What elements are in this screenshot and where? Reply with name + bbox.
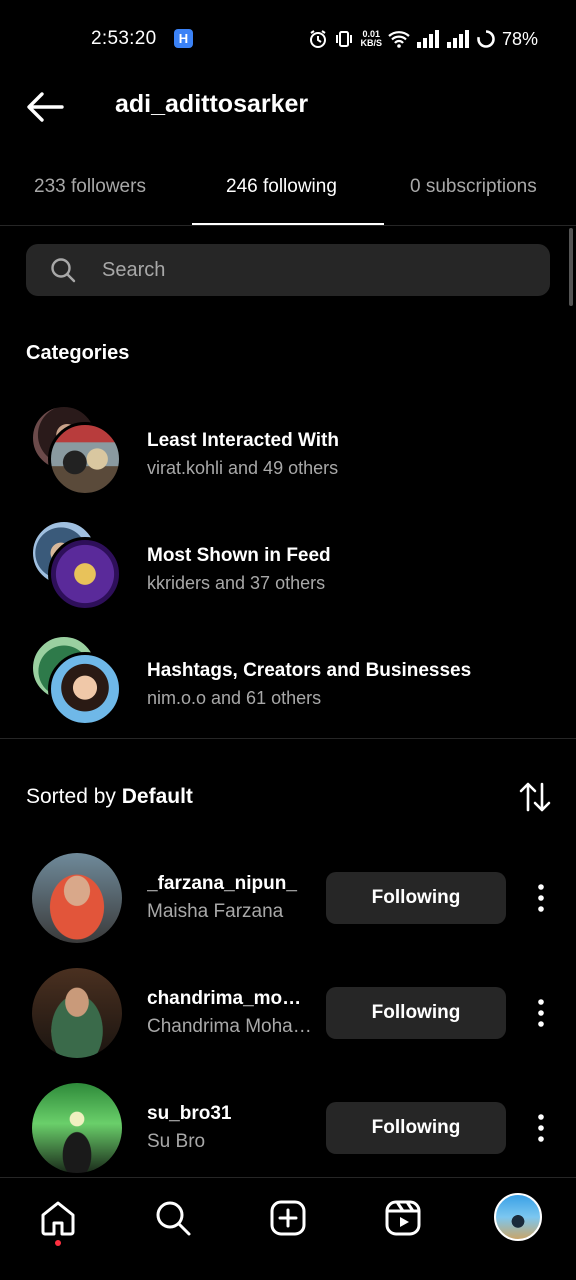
username[interactable]: _farzana_nipun_ [147, 873, 312, 895]
category-title: Most Shown in Feed [147, 545, 331, 566]
more-vertical-icon [538, 884, 544, 912]
status-time: 2:53:20 [91, 28, 157, 49]
avatar[interactable] [32, 853, 122, 943]
list-item[interactable]: _farzana_nipun_ Maisha Farzana Following [0, 853, 576, 953]
more-options-button[interactable] [528, 883, 554, 913]
full-name: Su Bro [147, 1131, 206, 1152]
status-icons: 0.01 KB/S 78% [308, 27, 538, 51]
tab-bar: 233 followers 246 following 0 subscripti… [0, 154, 576, 226]
following-button[interactable]: Following [326, 1102, 506, 1154]
battery-ring-icon [477, 30, 495, 48]
header: adi_adittosarker [0, 78, 576, 134]
avatar [48, 537, 122, 611]
more-options-button[interactable] [528, 1113, 554, 1143]
divider [0, 738, 576, 739]
sort-value: Default [121, 785, 193, 808]
category-title: Hashtags, Creators and Businesses [147, 660, 472, 681]
category-subtitle: kkriders and 37 others [147, 573, 326, 593]
more-options-button[interactable] [528, 998, 554, 1028]
wifi-icon [388, 31, 410, 48]
search-input[interactable] [102, 244, 522, 296]
search-icon [156, 1201, 191, 1236]
notification-dot [55, 1240, 61, 1246]
list-item[interactable]: su_bro31 Su Bro Following [0, 1083, 576, 1183]
search-icon [51, 258, 76, 283]
category-title: Least Interacted With [147, 430, 339, 451]
avatar[interactable] [32, 968, 122, 1058]
following-button[interactable]: Following [326, 987, 506, 1039]
active-tab-indicator [192, 223, 384, 225]
nav-reels[interactable] [379, 1194, 427, 1242]
network-speed: 0.01 KB/S [360, 29, 382, 48]
full-name: Chandrima Mohanta [147, 1016, 312, 1037]
more-vertical-icon [538, 1114, 544, 1142]
list-item[interactable]: chandrima_mohanta Chandrima Mohanta Foll… [0, 968, 576, 1068]
category-subtitle: virat.kohli and 49 others [147, 458, 339, 478]
category-avatar-stack [30, 519, 126, 615]
create-icon [270, 1200, 306, 1236]
category-most-shown[interactable]: Most Shown in Feed kkriders and 37 other… [0, 519, 576, 619]
scrollbar[interactable] [569, 228, 573, 306]
signal-icon-1 [416, 30, 439, 48]
status-bar: 2:53:20 H 0.01 KB/S 78% [0, 0, 576, 78]
battery-percent: 78% [501, 28, 538, 49]
username[interactable]: su_bro31 [147, 1103, 312, 1125]
category-hashtags-creators[interactable]: Hashtags, Creators and Businesses nim.o.… [0, 634, 576, 734]
sort-label: Sorted by Default [26, 785, 193, 808]
profile-avatar[interactable] [494, 1193, 542, 1241]
home-icon [41, 1201, 75, 1236]
app-notification-icon: H [174, 29, 193, 48]
alarm-icon [310, 30, 327, 48]
signal-icon-2 [446, 30, 469, 48]
following-button[interactable]: Following [326, 872, 506, 924]
category-least-interacted[interactable]: Least Interacted With virat.kohli and 49… [0, 404, 576, 504]
category-avatar-stack [30, 404, 126, 500]
sort-arrows-icon [519, 782, 551, 812]
search-bar[interactable] [26, 244, 550, 296]
bottom-nav [0, 1177, 576, 1280]
full-name: Maisha Farzana [147, 901, 284, 922]
back-arrow-icon [27, 92, 64, 122]
page-title: adi_adittosarker [115, 90, 309, 118]
category-avatar-stack [30, 634, 126, 730]
sort-button[interactable] [518, 780, 552, 814]
tab-followers[interactable]: 233 followers [34, 176, 146, 198]
nav-search[interactable] [149, 1194, 197, 1242]
nav-home[interactable] [34, 1194, 82, 1242]
back-button[interactable] [24, 86, 66, 128]
more-vertical-icon [538, 999, 544, 1027]
avatar[interactable] [32, 1083, 122, 1173]
tab-following[interactable]: 246 following [226, 176, 337, 198]
vibrate-icon [336, 31, 353, 47]
reels-icon [385, 1200, 421, 1236]
username[interactable]: chandrima_mohanta [147, 988, 312, 1010]
avatar [48, 422, 122, 496]
categories-heading: Categories [26, 342, 130, 364]
tab-subscriptions[interactable]: 0 subscriptions [410, 176, 537, 198]
avatar [48, 652, 122, 726]
nav-create[interactable] [264, 1194, 312, 1242]
category-subtitle: nim.o.o and 61 others [147, 688, 322, 708]
